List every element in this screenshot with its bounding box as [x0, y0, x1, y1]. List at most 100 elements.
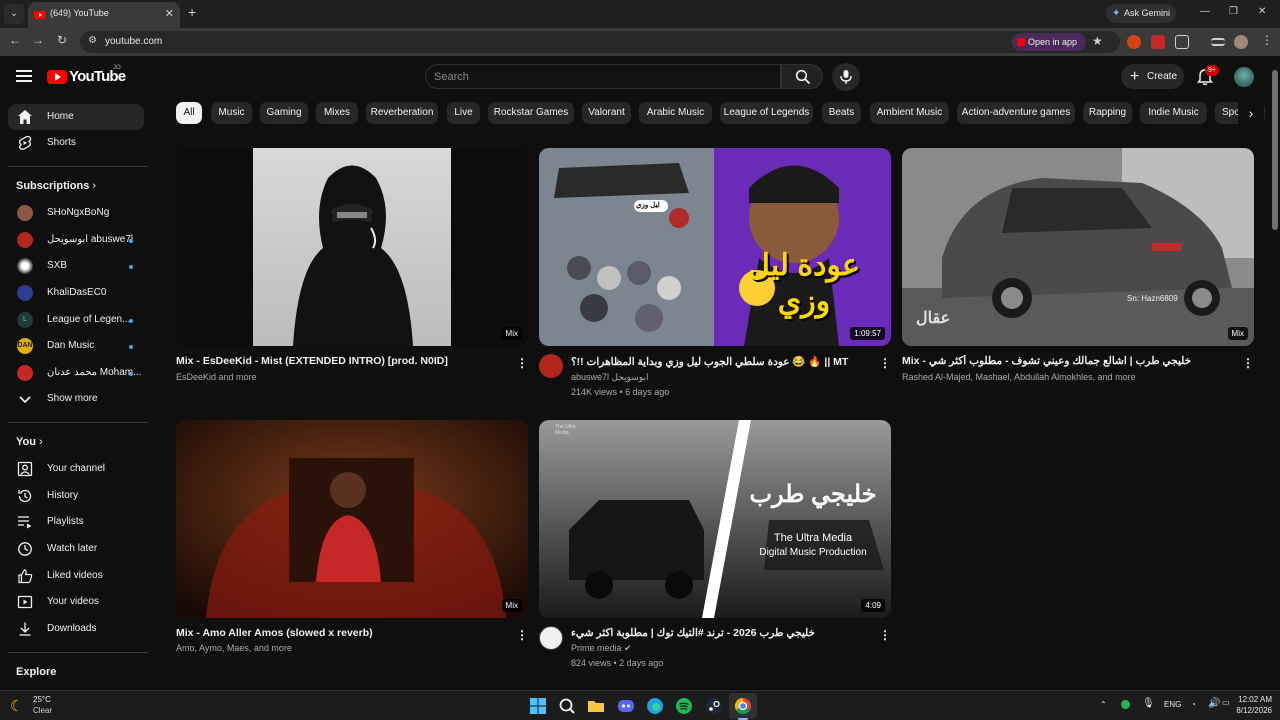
forward-icon[interactable]: → [29, 33, 47, 47]
video-more-options-icon[interactable]: ⋮ [1242, 356, 1254, 370]
weather-moon-icon[interactable]: ☾ [10, 697, 23, 715]
tray-overflow-icon[interactable]: ⌃ [1100, 700, 1107, 709]
video-thumbnail[interactable]: The Ultra Media خليجي طرب The Ultra Medi… [539, 420, 891, 618]
chip-all[interactable]: All [176, 102, 202, 124]
create-button[interactable]: + Create [1121, 64, 1184, 89]
chip-arabic-music[interactable]: Arabic Music [639, 102, 712, 124]
chip-beats[interactable]: Beats [822, 102, 861, 124]
sidebar-item-subscription[interactable]: KhaliDasEC0 [8, 280, 144, 306]
tab-search-button[interactable]: ⌄ [4, 4, 24, 24]
extension-red-icon[interactable] [1151, 35, 1165, 49]
video-more-options-icon[interactable]: ⋮ [879, 356, 891, 370]
chrome-icon[interactable] [733, 696, 753, 716]
sidebar-item-history[interactable]: History [8, 483, 144, 509]
close-window-icon[interactable]: ✕ [1258, 6, 1266, 17]
video-title[interactable]: Mix - خليجي طرب | اشالع جمالك وعيني تشوف… [902, 355, 1232, 367]
chip-reverberation[interactable]: Reverberation [366, 102, 438, 124]
steam-icon[interactable] [704, 696, 724, 716]
video-title[interactable]: Mix - EsDeeKid - Mist (EXTENDED INTRO) [… [176, 355, 506, 367]
reload-icon[interactable]: ↻ [53, 33, 71, 47]
page-scrollbar[interactable] [1270, 56, 1280, 690]
extension-orange-icon[interactable] [1127, 35, 1141, 49]
new-tab-button[interactable]: + [188, 4, 196, 20]
video-thumbnail[interactable]: Mix [176, 420, 528, 618]
extensions-puzzle-icon[interactable] [1175, 35, 1189, 49]
video-more-options-icon[interactable]: ⋮ [516, 356, 528, 370]
tray-microphone-icon[interactable]: 🎙 [1142, 698, 1155, 709]
sidebar-item-subscription[interactable]: SXB [8, 253, 144, 279]
chip-rockstar-games[interactable]: Rockstar Games [488, 102, 574, 124]
bookmark-star-icon[interactable]: ★ [1092, 34, 1103, 48]
sidebar-item-subscription[interactable]: SHoNgxBoNg [8, 200, 144, 226]
sidebar-item-downloads[interactable]: Downloads [8, 616, 144, 642]
windows-start-icon[interactable] [528, 696, 548, 716]
tab-close-icon[interactable]: ✕ [165, 7, 174, 20]
search-button[interactable] [781, 64, 823, 89]
video-title[interactable]: Mix - Amo Aller Amos (slowed x reverb) [176, 627, 506, 639]
restore-icon[interactable]: ❐ [1229, 6, 1238, 17]
sidebar-item-playlists[interactable]: Playlists [8, 509, 144, 535]
sidebar-item-subscription[interactable]: محمد عدنان Moham... [8, 360, 144, 386]
spotify-icon[interactable] [674, 696, 694, 716]
sidebar-item-subscription[interactable]: ابوسويحل abuswe7l [8, 227, 144, 253]
video-channel[interactable]: Amo, Aymo, Maes, and more [176, 643, 506, 653]
sidebar-item-subscription[interactable]: L League of Legen... [8, 307, 144, 333]
weather-temperature[interactable]: 25°C [33, 695, 51, 704]
sidebar-item-subscription[interactable]: DAN Dan Music [8, 333, 144, 359]
browser-tab[interactable]: (649) YouTube ✕ [28, 2, 180, 28]
voice-search-button[interactable] [832, 63, 860, 91]
site-info-icon[interactable]: ⚙ [88, 35, 97, 46]
channel-avatar[interactable] [539, 626, 563, 650]
chip-live[interactable]: Live [447, 102, 480, 124]
wifi-icon[interactable]: ◔ [1191, 700, 1196, 709]
show-more-button[interactable]: Show more [8, 386, 144, 412]
address-bar[interactable]: ⚙ youtube.com Open in app ★ [80, 31, 1120, 53]
minimize-icon[interactable]: — [1200, 6, 1210, 17]
video-thumbnail[interactable]: عقال Sn: Hazn6809 Mix [902, 148, 1254, 346]
video-title[interactable]: عودة سلطي الجوب ليل وزي وبداية المظاهرات… [571, 355, 871, 368]
reading-list-icon[interactable] [1211, 38, 1225, 46]
sidebar-item-your-videos[interactable]: Your videos [8, 589, 144, 615]
browser-menu-icon[interactable]: ⋮ [1258, 33, 1276, 47]
volume-icon[interactable]: 🔊 [1208, 698, 1220, 709]
discord-icon[interactable] [616, 696, 636, 716]
video-thumbnail[interactable]: ليل وزي عودة ليل وزي 1:09:57 [539, 148, 891, 346]
url-text[interactable]: youtube.com [105, 36, 162, 47]
video-channel[interactable]: EsDeeKid and more [176, 372, 506, 382]
clock-time[interactable]: 12:02 AM [1232, 695, 1272, 704]
ask-gemini-button[interactable]: ✦ Ask Gemini [1106, 4, 1176, 23]
taskbar-search-icon[interactable] [557, 696, 577, 716]
account-avatar[interactable] [1234, 67, 1254, 87]
sidebar-item-liked-videos[interactable]: Liked videos [8, 563, 144, 589]
video-title[interactable]: خليجي طرب 2026 - ترند #التيك توك | مطلوب… [571, 627, 871, 639]
chip-gaming[interactable]: Gaming [260, 102, 308, 124]
open-in-app-button[interactable]: Open in app [1012, 33, 1086, 51]
video-channel[interactable]: abuswe7l ابوسويحل [571, 372, 871, 383]
guide-menu-icon[interactable] [16, 70, 32, 82]
video-channel[interactable]: Prime media ✔ [571, 643, 871, 654]
keyboard-language[interactable]: ENG [1164, 700, 1181, 709]
chip-league-of-legends[interactable]: League of Legends [720, 102, 813, 124]
search-input[interactable] [434, 69, 764, 85]
edge-icon[interactable] [645, 696, 665, 716]
chip-ambient-music[interactable]: Ambient Music [870, 102, 949, 124]
chip-action-adventure-games[interactable]: Action-adventure games [957, 102, 1075, 124]
chip-valorant[interactable]: Valorant [582, 102, 631, 124]
tray-app-icon[interactable] [1121, 700, 1130, 709]
sidebar-item-home[interactable]: Home [8, 104, 144, 130]
chip-mixes[interactable]: Mixes [316, 102, 358, 124]
subscriptions-heading[interactable]: Subscriptions › [16, 180, 96, 192]
sidebar-item-your-channel[interactable]: Your channel [8, 456, 144, 482]
weather-description[interactable]: Clear [33, 706, 52, 715]
you-heading[interactable]: You › [16, 436, 43, 448]
scrollbar-thumb[interactable] [1272, 70, 1278, 230]
chip-rapping[interactable]: Rapping [1083, 102, 1132, 124]
chip-scroll-right-icon[interactable]: › [1238, 102, 1264, 124]
video-thumbnail[interactable]: Mix [176, 148, 528, 346]
video-channel[interactable]: Rashed Al-Majed, Mashael, Abdullah Almok… [902, 372, 1232, 382]
chip-indie-music[interactable]: Indie Music [1140, 102, 1207, 124]
video-more-options-icon[interactable]: ⋮ [879, 628, 891, 642]
sidebar-item-watch-later[interactable]: Watch later [8, 536, 144, 562]
file-explorer-icon[interactable] [586, 696, 606, 716]
profile-avatar-icon[interactable] [1234, 35, 1248, 49]
